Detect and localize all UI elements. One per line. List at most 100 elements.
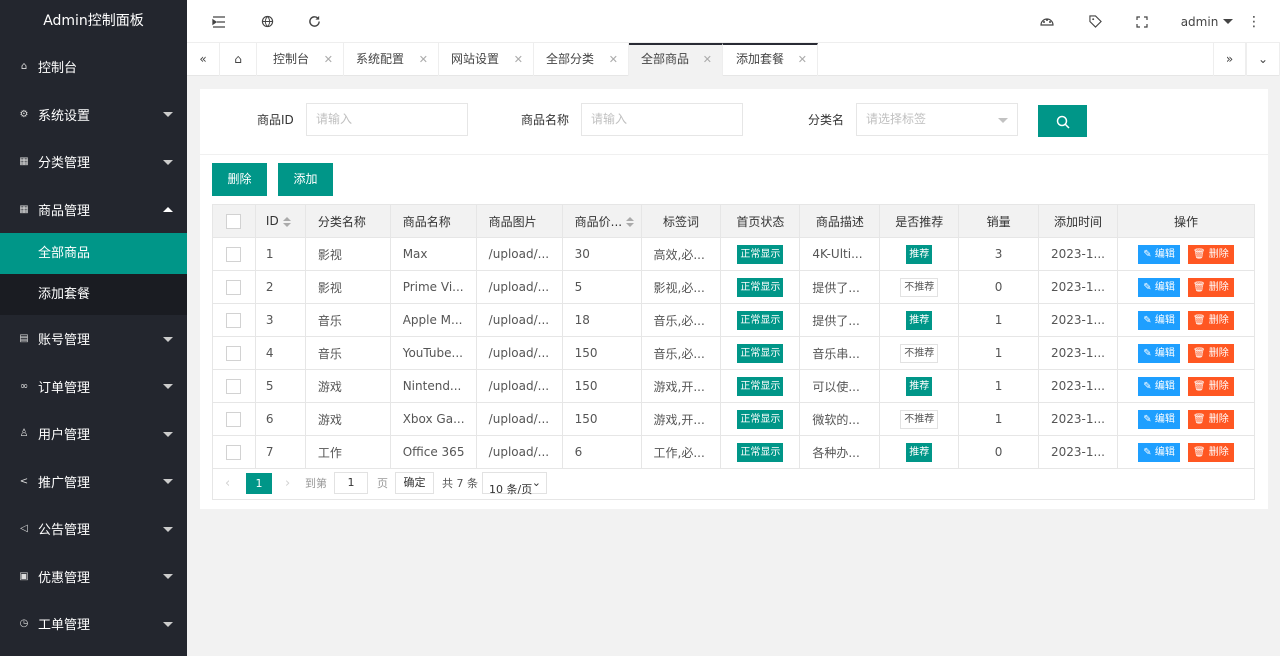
close-icon[interactable]: ✕ [419, 43, 428, 76]
edit-button[interactable]: ✎ 编辑 [1138, 409, 1180, 429]
trash-icon: 🗑 [1192, 413, 1206, 425]
edit-button[interactable]: ✎ 编辑 [1138, 310, 1180, 330]
user-menu[interactable]: admin [1181, 0, 1234, 43]
cell-time: 2023-1... [1038, 402, 1118, 436]
delete-button[interactable]: 🗑 删除 [1187, 442, 1234, 462]
close-icon[interactable]: ✕ [324, 43, 333, 76]
close-icon[interactable]: ✕ [609, 43, 618, 76]
tab-dashboard[interactable]: 控制台 ✕ [257, 43, 344, 76]
tab-all-goods[interactable]: 全部商品 ✕ [629, 43, 723, 76]
more-icon[interactable]: ⋮ [1247, 0, 1261, 43]
sidebar-item-system-settings[interactable]: ⚙ 系统设置 [0, 91, 187, 139]
ticket-icon: ◷ [19, 618, 29, 630]
table-row: 7 工作 Office 365/upload/... 6 工作,必... 正常显示 各种办.… [212, 435, 1256, 469]
sidebar-item-notice[interactable]: ◁ 公告管理 [0, 505, 187, 553]
row-checkbox-cell [212, 303, 256, 337]
sidebar-item-dashboard[interactable]: ⌂ 控制台 [0, 43, 187, 91]
menu-fold-icon[interactable] [211, 0, 227, 43]
close-icon[interactable]: ✕ [798, 45, 807, 74]
tabs-scroll-left-icon[interactable]: « [187, 43, 220, 76]
fullscreen-icon[interactable] [1134, 0, 1150, 43]
row-checkbox[interactable] [226, 246, 242, 262]
delete-button[interactable]: 🗑 删除 [1187, 244, 1234, 264]
edit-button[interactable]: ✎ 编辑 [1138, 277, 1180, 297]
goto-confirm-button[interactable]: 确定 [395, 472, 434, 494]
share-icon: < [19, 475, 29, 487]
delete-button[interactable]: 🗑 删除 [1187, 310, 1234, 330]
app-logo: Admin控制面板 [43, 13, 144, 29]
col-id[interactable]: ID [254, 204, 306, 238]
cell-recommend: 推荐 [879, 369, 960, 403]
col-price[interactable]: 商品价... [561, 204, 642, 238]
next-page-icon[interactable]: › [285, 467, 290, 500]
goto-label: 到第 [305, 477, 327, 490]
sort-icon[interactable] [626, 217, 635, 227]
close-icon[interactable]: ✕ [703, 45, 712, 74]
status-badge: 正常显示 [737, 310, 784, 330]
prev-page-icon[interactable]: ‹ [225, 467, 230, 500]
edit-button[interactable]: ✎ 编辑 [1138, 244, 1180, 264]
tab-add-package[interactable]: 添加套餐 ✕ [723, 43, 818, 76]
sidebar-item-coupon[interactable]: ▣ 优惠管理 [0, 553, 187, 601]
sort-icon[interactable] [282, 216, 291, 227]
goods-name-input[interactable]: 请输入 [581, 103, 743, 136]
tabs-menu-chevron-down-icon[interactable]: ⌄ [1246, 43, 1280, 76]
sidebar-item-order[interactable]: ∞ 订单管理 [0, 363, 187, 411]
refresh-icon[interactable] [306, 0, 322, 43]
tab-home-icon[interactable]: ⌂ [220, 43, 257, 76]
cell-actions: ✎ 编辑 🗑 删除 [1116, 270, 1256, 304]
search-button[interactable] [1038, 105, 1087, 137]
row-checkbox[interactable] [226, 411, 242, 427]
category-select[interactable]: 请选择标签 [856, 103, 1018, 136]
cell-price: 6 [561, 435, 642, 469]
cell-category: 游戏 [304, 369, 391, 403]
cell-description: 提供了... [799, 303, 881, 337]
close-icon[interactable]: ✕ [514, 43, 523, 76]
user-icon: ♙ [19, 428, 29, 440]
edit-button[interactable]: ✎ 编辑 [1138, 343, 1180, 363]
tag-icon[interactable] [1087, 0, 1103, 43]
delete-button[interactable]: 🗑 删除 [1187, 409, 1234, 429]
sidebar-item-account[interactable]: ▤ 账号管理 [0, 315, 187, 363]
globe-icon[interactable] [259, 0, 275, 43]
edit-button[interactable]: ✎ 编辑 [1138, 376, 1180, 396]
table-row: 2 影视 Prime Vi.../upload/... 5 影视,必... 正常显示 提供了… [212, 270, 1256, 304]
add-button[interactable]: 添加 [278, 163, 333, 196]
delete-button[interactable]: 🗑 删除 [1187, 343, 1234, 363]
page-current[interactable]: 1 [246, 473, 272, 494]
caret-down-icon [1223, 19, 1234, 24]
batch-delete-button[interactable]: 删除 [212, 163, 267, 196]
theme-icon[interactable] [1039, 0, 1055, 43]
delete-button[interactable]: 🗑 删除 [1187, 376, 1234, 396]
edit-button[interactable]: ✎ 编辑 [1138, 442, 1180, 462]
tab-all-categories[interactable]: 全部分类 ✕ [534, 43, 629, 76]
sidebar-item-goods[interactable]: ▦ 商品管理 [0, 186, 187, 234]
tab-system-config[interactable]: 系统配置 ✕ [344, 43, 439, 76]
tab-site-settings[interactable]: 网站设置 ✕ [439, 43, 534, 76]
row-checkbox[interactable] [226, 345, 242, 361]
sidebar-item-user[interactable]: ♙ 用户管理 [0, 410, 187, 458]
status-badge: 正常显示 [737, 409, 784, 429]
sidebar-subitem-add-package[interactable]: 添加套餐 [0, 274, 187, 315]
tabs-scroll-right-icon[interactable]: » [1213, 43, 1246, 76]
sidebar-subitem-all-goods[interactable]: 全部商品 [0, 233, 187, 274]
sidebar-item-category[interactable]: ▦ 分类管理 [0, 138, 187, 186]
cell-tags: 游戏,开... [640, 369, 722, 403]
cell-actions: ✎ 编辑 🗑 删除 [1116, 336, 1256, 370]
select-all-checkbox[interactable] [226, 213, 242, 229]
row-checkbox[interactable] [226, 279, 242, 295]
goto-page-input[interactable]: 1 [334, 472, 368, 494]
cell-status: 正常显示 [720, 270, 801, 304]
row-checkbox[interactable] [226, 312, 242, 328]
delete-button[interactable]: 🗑 删除 [1187, 277, 1234, 297]
row-checkbox[interactable] [226, 444, 242, 460]
row-checkbox[interactable] [226, 378, 242, 394]
row-checkbox-cell [212, 237, 256, 271]
sidebar-item-promotion[interactable]: < 推广管理 [0, 458, 187, 506]
col-time: 添加时间 [1038, 204, 1118, 238]
goods-id-input[interactable]: 请输入 [306, 103, 468, 136]
sidebar-item-ticket[interactable]: ◷ 工单管理 [0, 600, 187, 648]
select-all-checkbox-cell [212, 204, 256, 238]
page-size-select[interactable]: 10 条/页 ⌄ [482, 472, 547, 496]
caret-down-icon [998, 118, 1008, 123]
